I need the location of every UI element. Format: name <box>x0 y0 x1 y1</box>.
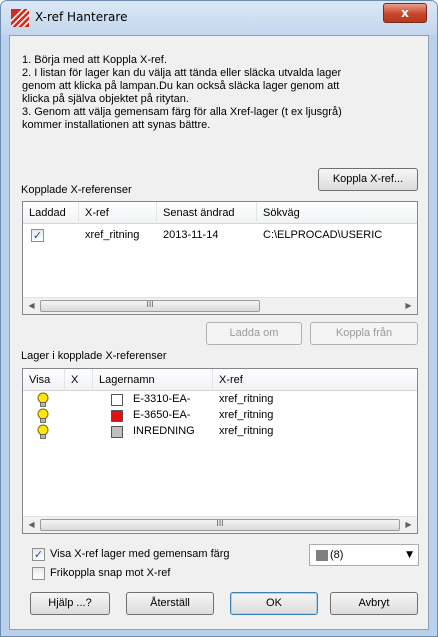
xref-name-cell: xref_ritning <box>85 229 140 241</box>
scroll-thumb[interactable]: III <box>40 519 400 531</box>
table-row[interactable]: INREDNING xref_ritning <box>23 424 417 439</box>
lagernamn-cell: E-3650-EA- <box>133 409 191 421</box>
xref-listview[interactable]: Laddad X-ref Senast ändrad Sökväg ✓ xref… <box>22 201 418 315</box>
kopplade-xref-label: Kopplade X-referenser <box>21 184 132 196</box>
selected-color-swatch <box>316 550 328 561</box>
scroll-right-icon[interactable]: ▶ <box>400 517 417 533</box>
selected-color-value: (8) <box>330 549 344 561</box>
instruction-line: 3. Genom att välja gemensam färg för all… <box>22 106 342 118</box>
xref-list-header: Laddad X-ref Senast ändrad Sökväg <box>23 202 417 224</box>
chevron-down-icon: ▼ <box>406 550 413 560</box>
lagernamn-cell: E-3310-EA- <box>133 393 191 405</box>
instruction-line: 2. I listan för lager kan du välja att t… <box>22 67 342 79</box>
gemensam-farg-dropdown[interactable]: (8) ▼ <box>309 544 419 566</box>
table-row[interactable]: ✓ xref_ritning 2013-11-14 C:\ELPROCAD\US… <box>23 225 417 245</box>
lagernamn-cell: INREDNING <box>133 425 195 437</box>
lightbulb-on-icon[interactable] <box>36 392 50 408</box>
dialog-body: 1. Börja med att Koppla X-ref. 2. I list… <box>9 35 429 630</box>
lightbulb-on-icon[interactable] <box>36 408 50 424</box>
instruction-line: genom att klicka på lampan.Du kan också … <box>22 80 340 92</box>
koppla-fran-button[interactable]: Koppla från <box>310 322 418 345</box>
avbryt-button[interactable]: Avbryt <box>330 592 418 615</box>
column-header-layer-xref[interactable]: X-ref <box>213 369 419 391</box>
column-header-xref[interactable]: X-ref <box>79 202 157 224</box>
instruction-line: kommer installationen att synas bättre. <box>22 119 211 131</box>
layer-xref-cell: xref_ritning <box>219 425 274 437</box>
layer-listview[interactable]: Visa X Lagernamn X-ref E-3310-EA- xref_r… <box>22 368 418 534</box>
table-row[interactable]: E-3650-EA- xref_ritning <box>23 408 417 423</box>
layer-list-header: Visa X Lagernamn X-ref <box>23 369 417 391</box>
layer-xref-cell: xref_ritning <box>219 393 274 405</box>
layer-color-swatch[interactable] <box>111 394 123 406</box>
visa-gemensam-label[interactable]: Visa X-ref lager med gemensam färg <box>50 548 230 560</box>
column-header-senast-andrad[interactable]: Senast ändrad <box>157 202 257 224</box>
instruction-line: 1. Börja med att Koppla X-ref. <box>22 54 167 66</box>
column-header-laddad[interactable]: Laddad <box>23 202 79 224</box>
xref-manager-window: X-ref Hanterare x 1. Börja med att Koppl… <box>0 0 438 637</box>
frikoppla-snap-label[interactable]: Frikoppla snap mot X-ref <box>50 567 170 579</box>
layer-color-swatch[interactable] <box>111 410 123 422</box>
instruction-line: klicka på själva objektet på ritytan. <box>22 93 189 105</box>
layer-xref-cell: xref_ritning <box>219 409 274 421</box>
visa-gemensam-checkbox[interactable]: ✓ <box>32 548 45 561</box>
scroll-left-icon[interactable]: ◀ <box>23 517 40 533</box>
column-header-lagernamn[interactable]: Lagernamn <box>93 369 213 391</box>
senast-andrad-cell: 2013-11-14 <box>163 229 219 241</box>
layer-list-hscrollbar[interactable]: ◀ III ▶ <box>23 516 417 533</box>
sokvag-cell: C:\ELPROCAD\USERIC <box>263 229 383 241</box>
column-header-sokvag[interactable]: Sökväg <box>257 202 419 224</box>
scroll-thumb[interactable]: III <box>40 300 260 312</box>
scroll-right-icon[interactable]: ▶ <box>400 298 417 314</box>
column-header-visa[interactable]: Visa <box>23 369 65 391</box>
instructions-text: 1. Börja med att Koppla X-ref. 2. I list… <box>22 54 422 132</box>
ladda-om-button[interactable]: Ladda om <box>206 322 302 345</box>
window-title: X-ref Hanterare <box>35 10 128 24</box>
scroll-left-icon[interactable]: ◀ <box>23 298 40 314</box>
ok-button[interactable]: OK <box>230 592 318 615</box>
column-header-x[interactable]: X <box>65 369 93 391</box>
layer-color-swatch[interactable] <box>111 426 123 438</box>
title-bar[interactable]: X-ref Hanterare x <box>1 1 437 35</box>
lager-label: Lager i kopplade X-referenser <box>21 350 167 362</box>
koppla-xref-button[interactable]: Koppla X-ref... <box>318 168 418 191</box>
app-logo-icon <box>11 9 29 27</box>
close-button[interactable]: x <box>383 3 427 23</box>
laddad-checkbox[interactable]: ✓ <box>31 229 44 242</box>
frikoppla-snap-checkbox[interactable] <box>32 567 45 580</box>
aterstall-button[interactable]: Återställ <box>126 592 214 615</box>
xref-list-hscrollbar[interactable]: ◀ III ▶ <box>23 297 417 314</box>
table-row[interactable]: E-3310-EA- xref_ritning <box>23 392 417 407</box>
lightbulb-on-icon[interactable] <box>36 424 50 440</box>
hjalp-button[interactable]: Hjälp ...? <box>30 592 110 615</box>
